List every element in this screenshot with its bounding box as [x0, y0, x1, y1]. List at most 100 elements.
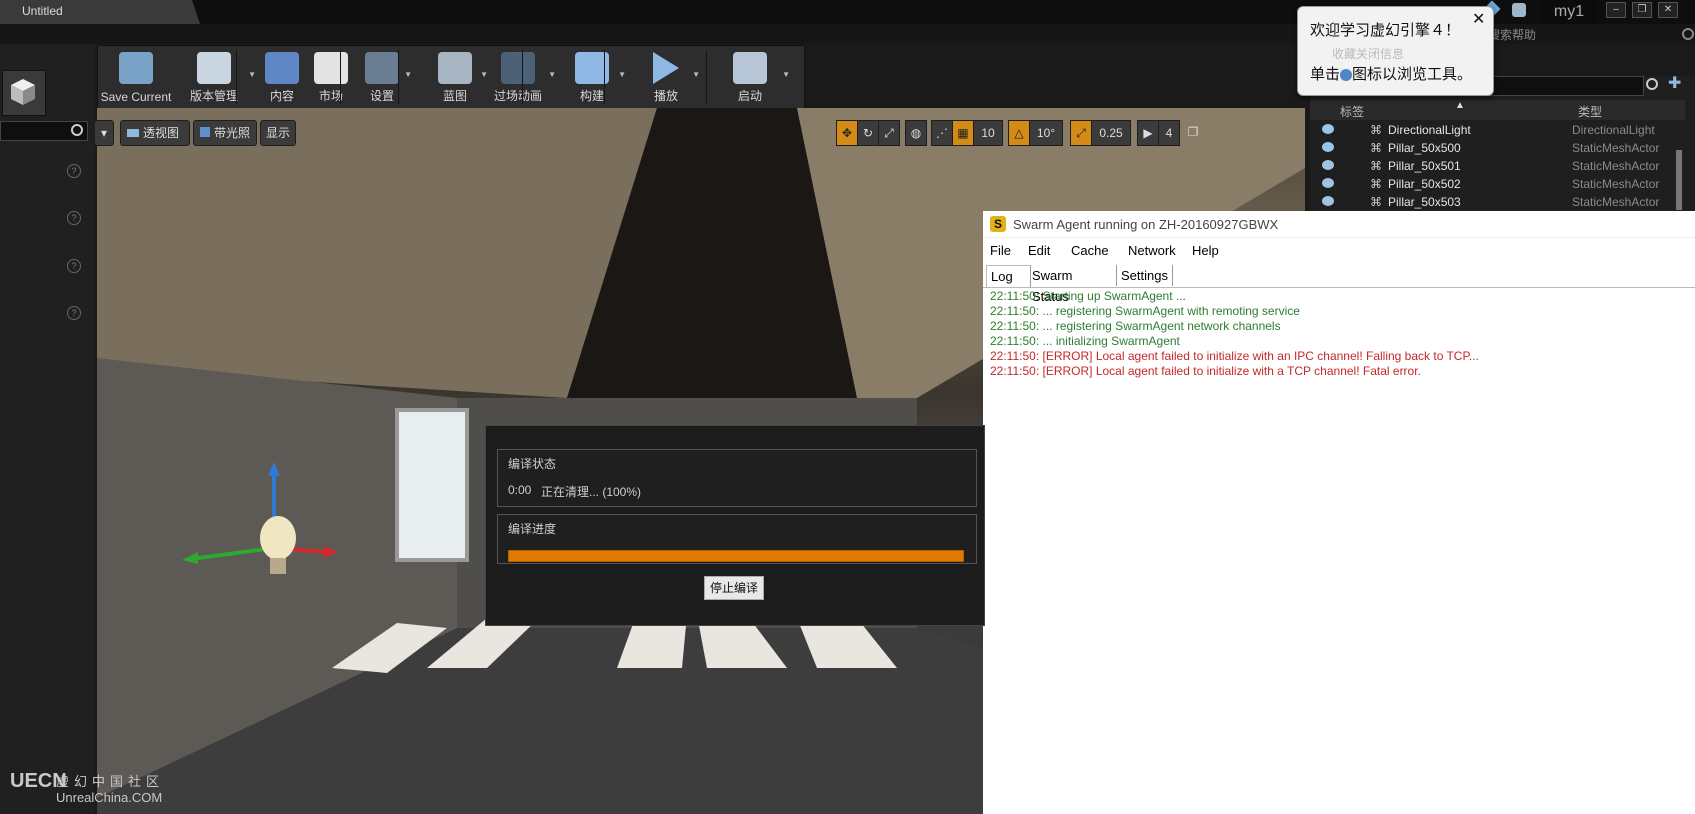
marketplace-toolbar-button[interactable]: 市场: [310, 48, 352, 106]
outliner-row[interactable]: ⌘ Pillar_50x503 StaticMeshActor: [1310, 193, 1685, 211]
visibility-eye-icon[interactable]: [1322, 178, 1334, 188]
help-search-icon[interactable]: [1682, 28, 1694, 40]
toolbar-button-label: Save Current: [100, 90, 172, 104]
actor-name: Pillar_50x503: [1388, 195, 1461, 209]
toolbar-separator: [236, 50, 237, 104]
maximize-viewport-icon[interactable]: ❐: [1184, 120, 1202, 144]
visibility-eye-icon[interactable]: [1322, 196, 1334, 206]
toolbar-separator: [604, 50, 605, 104]
dropdown-arrow-icon[interactable]: ▼: [548, 70, 556, 79]
column-type-header[interactable]: 类型: [1578, 103, 1602, 120]
launch-toolbar-button[interactable]: 启动 ▼: [718, 48, 790, 106]
translate-mode-icon[interactable]: ✥: [836, 120, 858, 146]
surface-snap-icon[interactable]: ⋰: [931, 120, 953, 146]
level-tab[interactable]: Untitled: [0, 0, 200, 24]
swarm-menu-cache[interactable]: Cache: [1071, 243, 1109, 258]
actor-icon: ⌘: [1370, 141, 1382, 155]
perspective-button[interactable]: 透视图: [120, 120, 190, 146]
swarm-title: Swarm Agent running on ZH-20160927GBWX: [1013, 217, 1279, 232]
close-window-icon[interactable]: ✕: [1658, 2, 1678, 18]
show-button[interactable]: 显示: [260, 120, 296, 146]
scale-snap-value[interactable]: 0.25: [1091, 120, 1131, 146]
tooltip-close-icon[interactable]: ✕: [1472, 9, 1485, 29]
toolbar-separator: [398, 50, 399, 104]
column-label-header[interactable]: 标签: [1340, 103, 1364, 120]
add-actor-icon[interactable]: ✚: [1668, 76, 1684, 92]
play-toolbar-button[interactable]: 播放 ▼: [640, 48, 700, 106]
outliner-header: 标签 ▲ 类型: [1310, 100, 1685, 120]
stop-build-button[interactable]: 停止编译: [704, 576, 764, 600]
swarm-menu-network[interactable]: Network: [1128, 243, 1176, 258]
help-icon[interactable]: ?: [67, 211, 81, 225]
toolbar-button-label: 构建: [579, 89, 604, 103]
outliner-row[interactable]: ⌘ Pillar_50x501 StaticMeshActor: [1310, 157, 1685, 175]
log-line: 22:11:50: Starting up SwarmAgent ...: [990, 289, 1186, 303]
swarm-tab-swarm-status[interactable]: Swarm Status: [1028, 265, 1117, 304]
toolbar-button-label: 市场: [318, 89, 343, 103]
visibility-eye-icon[interactable]: [1322, 124, 1334, 134]
outliner-row[interactable]: ⌘ Pillar_50x502 StaticMeshActor: [1310, 175, 1685, 193]
outliner-scrollbar[interactable]: [1676, 150, 1682, 210]
tooltip-prefix: 单击: [1310, 66, 1341, 83]
ue-logo-icon[interactable]: [1512, 3, 1526, 17]
visibility-eye-icon[interactable]: [1322, 160, 1334, 170]
dropdown-arrow-icon[interactable]: ▼: [692, 70, 700, 79]
modes-search-icon[interactable]: [71, 124, 83, 136]
rotate-mode-icon[interactable]: ↻: [857, 120, 879, 146]
swarm-app-icon: S: [990, 216, 1006, 232]
grid-snap-icon[interactable]: ▦: [952, 120, 974, 146]
world-local-icon[interactable]: ◍: [905, 120, 927, 146]
progress-group-title: 编译进度: [508, 522, 557, 536]
toolbar-button-label: 版本管理: [189, 89, 238, 103]
swarm-title-bar: S Swarm Agent running on ZH-20160927GBWX: [983, 211, 1695, 238]
source-control-icon: [197, 52, 231, 84]
help-icon[interactable]: ?: [67, 306, 81, 320]
scale-snap-icon[interactable]: ⤢: [1070, 120, 1092, 146]
marketplace-icon: [314, 52, 348, 84]
status-group-title: 编译状态: [508, 457, 557, 471]
camera-speed-value[interactable]: 4: [1158, 120, 1180, 146]
dropdown-arrow-icon[interactable]: ▼: [248, 70, 256, 79]
source-control-toolbar-button[interactable]: 版本管理 ▼: [180, 48, 256, 106]
maximize-icon[interactable]: ❐: [1632, 2, 1652, 18]
build-toolbar-button[interactable]: 构建 ▼: [566, 48, 626, 106]
content-toolbar-button[interactable]: 内容: [262, 48, 302, 106]
scale-mode-icon[interactable]: ⤢: [878, 120, 900, 146]
rotation-snap-icon[interactable]: △: [1008, 120, 1030, 146]
blueprint-toolbar-button[interactable]: 蓝图 ▼: [430, 48, 488, 106]
help-search-input[interactable]: 搜索帮助: [1488, 26, 1688, 42]
outliner-row[interactable]: ⌘ Pillar_50x500 StaticMeshActor: [1310, 139, 1685, 157]
viewport-options-button[interactable]: ▾: [94, 120, 114, 146]
help-icon[interactable]: ?: [67, 259, 81, 273]
swarm-log-view[interactable]: 22:11:50: Starting up SwarmAgent ... 22:1…: [983, 289, 1695, 814]
dropdown-arrow-icon[interactable]: ▼: [618, 70, 626, 79]
place-mode-button[interactable]: [2, 70, 46, 116]
dropdown-arrow-icon[interactable]: ▼: [480, 70, 488, 79]
rotation-snap-value[interactable]: 10°: [1029, 120, 1063, 146]
outliner-search-icon[interactable]: [1646, 78, 1658, 90]
swarm-tab-log[interactable]: Log: [986, 265, 1031, 287]
lit-button[interactable]: 带光照: [193, 120, 257, 146]
log-line: 22:11:50: ... initializing SwarmAgent: [990, 334, 1180, 348]
help-icon[interactable]: ?: [67, 164, 81, 178]
dropdown-arrow-icon[interactable]: ▼: [404, 70, 412, 79]
transform-gizmo[interactable]: [178, 460, 348, 590]
camera-speed-icon[interactable]: ▶: [1137, 120, 1159, 146]
minimize-icon[interactable]: –: [1606, 2, 1626, 18]
build-progress-bar: [508, 550, 964, 562]
cinematics-toolbar-button[interactable]: 过场动画 ▼: [488, 48, 556, 106]
toolbar-separator: [706, 50, 707, 104]
swarm-menu-file[interactable]: File: [990, 243, 1011, 258]
save-toolbar-button[interactable]: Save Current: [100, 48, 172, 106]
outliner-row[interactable]: ⌘ DirectionalLight DirectionalLight: [1310, 121, 1685, 139]
sort-arrow-icon[interactable]: ▲: [1455, 100, 1465, 111]
dropdown-arrow-icon[interactable]: ▼: [782, 70, 790, 79]
grid-snap-value[interactable]: 10: [973, 120, 1003, 146]
swarm-menu-help[interactable]: Help: [1192, 243, 1219, 258]
tooltip-suffix: 图标以浏览工具。: [1352, 66, 1473, 83]
watermark-cn: 虚幻中国社区: [56, 774, 165, 789]
actor-type: StaticMeshActor: [1572, 141, 1660, 155]
visibility-eye-icon[interactable]: [1322, 142, 1334, 152]
swarm-tab-settings[interactable]: Settings: [1117, 265, 1173, 286]
swarm-menu-edit[interactable]: Edit: [1028, 243, 1050, 258]
